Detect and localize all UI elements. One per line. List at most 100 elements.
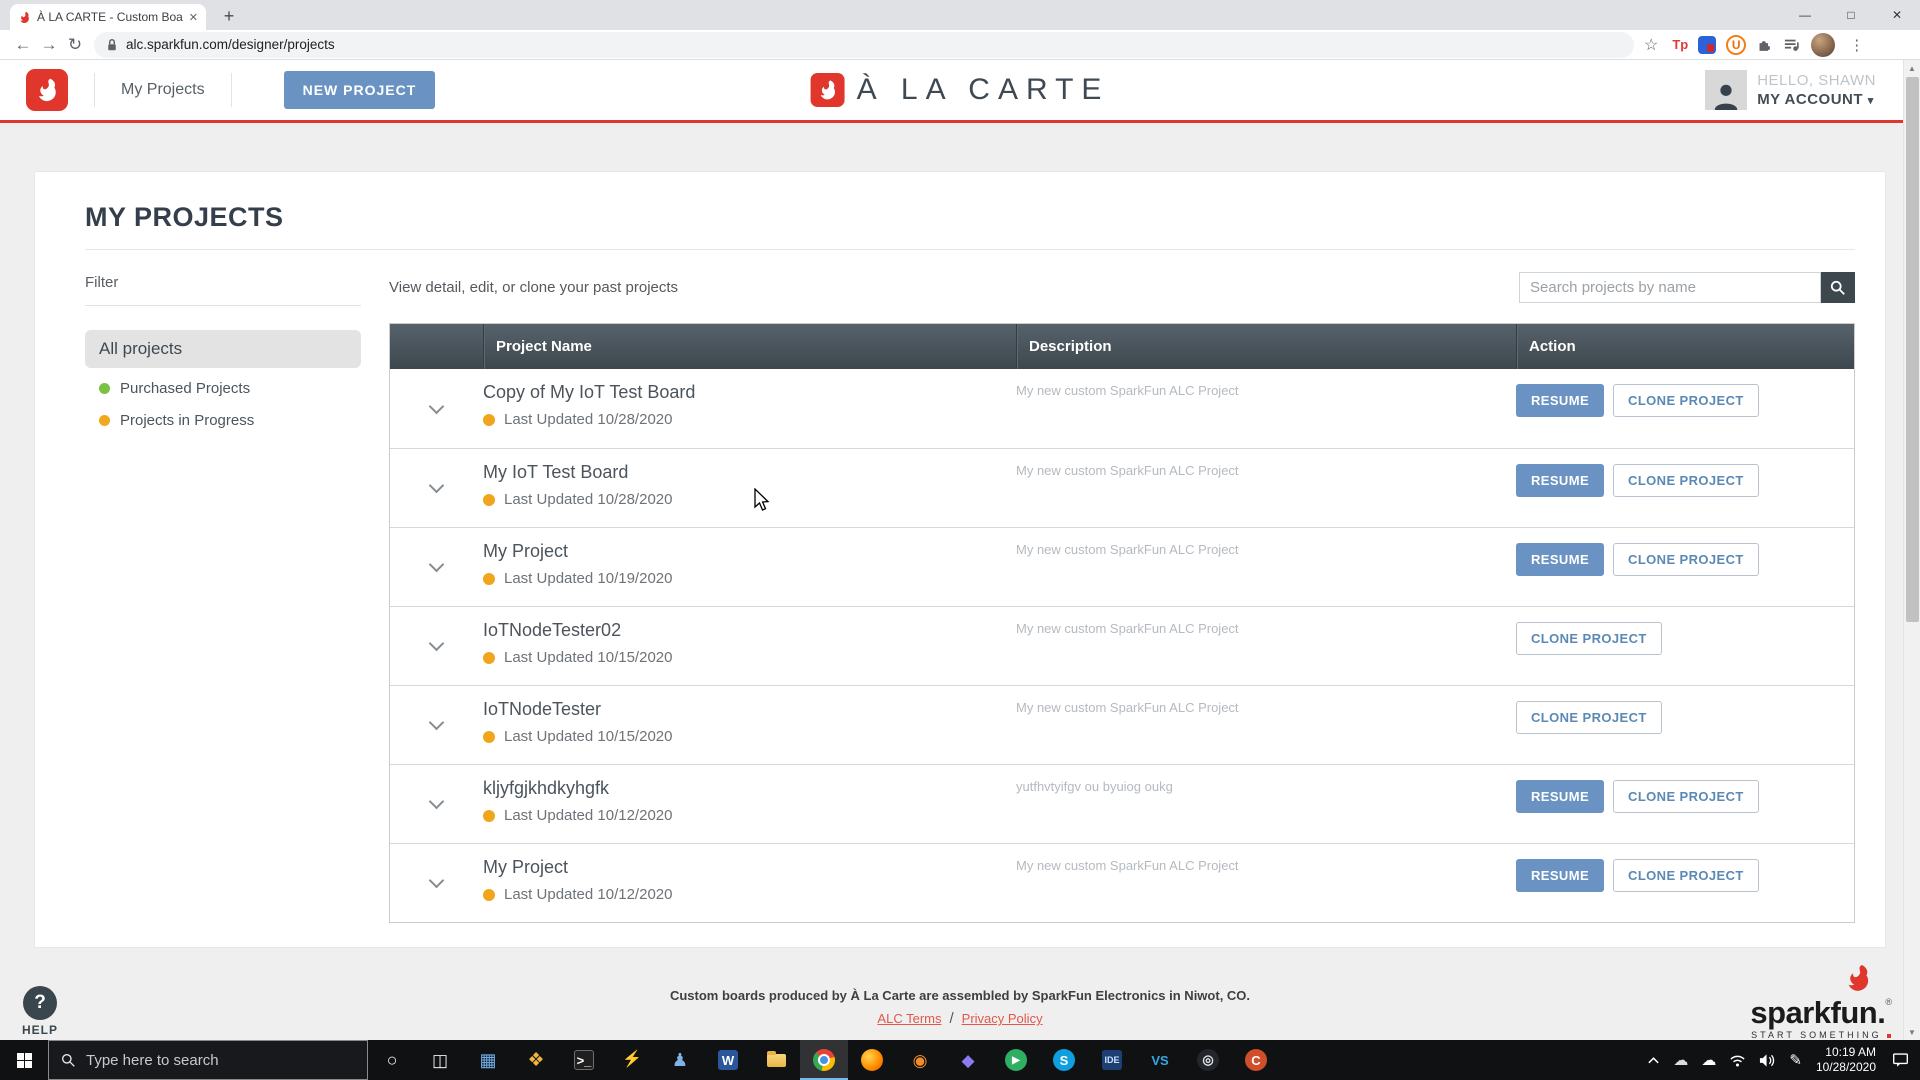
search-icon (1830, 280, 1846, 296)
resume-button[interactable]: RESUME (1516, 384, 1604, 417)
expand-chevron-icon[interactable] (429, 398, 445, 414)
divider (85, 305, 361, 306)
screen-recorder-app-icon[interactable]: ▶ (992, 1040, 1040, 1080)
extensions-puzzle-icon[interactable] (1756, 36, 1773, 53)
weather-cloud-icon[interactable]: ☁ (1701, 1053, 1716, 1068)
taskbar-clock[interactable]: 10:19 AM 10/28/2020 (1816, 1045, 1876, 1075)
resume-button[interactable]: RESUME (1516, 464, 1604, 497)
project-name-link[interactable]: My IoT Test Board (483, 462, 1016, 483)
project-name-link[interactable]: My Project (483, 541, 1016, 562)
file-explorer-icon[interactable] (752, 1040, 800, 1080)
project-description: yutfhvtyifgv ou byuiog oukg (1016, 765, 1516, 843)
cortana-icon[interactable]: ○ (368, 1040, 416, 1080)
calculator-app-icon[interactable]: ▦ (464, 1040, 512, 1080)
hidden-icons-chevron-icon[interactable] (1647, 1056, 1660, 1065)
shield-extension-icon[interactable] (1698, 36, 1716, 54)
vscode-icon[interactable]: VS (1136, 1040, 1184, 1080)
sparkfun-logo-icon[interactable] (26, 69, 68, 111)
clone-project-button[interactable]: CLONE PROJECT (1516, 701, 1662, 734)
window-minimize-button[interactable]: — (1782, 0, 1828, 30)
my-account-label[interactable]: MY ACCOUNT (1757, 91, 1863, 108)
filter-item[interactable]: All projects (85, 330, 361, 368)
media-list-extension-icon[interactable] (1783, 37, 1801, 53)
back-button[interactable]: ← (10, 35, 36, 55)
filter-item[interactable]: Purchased Projects (85, 372, 361, 404)
column-header-action: Action (1516, 324, 1854, 369)
expand-chevron-icon[interactable] (429, 636, 445, 652)
bookmark-star-icon[interactable]: ☆ (1644, 35, 1658, 55)
clone-project-button[interactable]: CLONE PROJECT (1613, 543, 1759, 576)
window-close-button[interactable]: ✕ (1874, 0, 1920, 30)
filter-item-label: Purchased Projects (120, 380, 250, 397)
reload-button[interactable]: ↻ (62, 35, 88, 55)
scrollbar-thumb[interactable] (1906, 77, 1919, 622)
filter-sidebar: Filter All projectsPurchased ProjectsPro… (85, 268, 361, 923)
scroll-down-icon[interactable]: ▼ (1904, 1024, 1920, 1040)
project-name-link[interactable]: My Project (483, 857, 1016, 878)
search-icon (61, 1053, 76, 1068)
clone-project-button[interactable]: CLONE PROJECT (1613, 384, 1759, 417)
obs-app-icon[interactable]: ◎ (1184, 1040, 1232, 1080)
putty-app-icon[interactable]: ⚡ (608, 1040, 656, 1080)
clone-project-button[interactable]: CLONE PROJECT (1613, 859, 1759, 892)
nav-my-projects-link[interactable]: My Projects (121, 81, 205, 99)
designspark-app-icon[interactable]: ❖ (512, 1040, 560, 1080)
project-name-link[interactable]: kljyfgjkhdkyhgfk (483, 778, 1016, 799)
pen-icon[interactable]: ✎ (1789, 1053, 1802, 1068)
onedrive-icon[interactable]: ☁ (1673, 1053, 1688, 1068)
page-scrollbar[interactable]: ▲ ▼ (1903, 60, 1920, 1040)
address-bar[interactable]: alc.sparkfun.com/designer/projects (94, 32, 1634, 58)
window-maximize-button[interactable]: □ (1828, 0, 1874, 30)
ide-app-icon[interactable]: IDE (1088, 1040, 1136, 1080)
command-prompt-icon[interactable]: >_ (560, 1040, 608, 1080)
account-menu[interactable]: HELLO, SHAWN MY ACCOUNT ▾ (1705, 70, 1920, 110)
browser-tab[interactable]: À LA CARTE - Custom Board Crea ✕ (10, 4, 206, 30)
ublock-extension-icon[interactable]: U (1726, 35, 1746, 55)
privacy-policy-link[interactable]: Privacy Policy (962, 1011, 1043, 1026)
project-name-link[interactable]: Copy of My IoT Test Board (483, 382, 1016, 403)
camtasia-app-icon[interactable]: C (1232, 1040, 1280, 1080)
taskbar-search-box[interactable]: Type here to search (48, 1040, 368, 1080)
action-center-button[interactable] (1880, 1040, 1920, 1080)
expand-chevron-icon[interactable] (429, 715, 445, 731)
filter-item[interactable]: Projects in Progress (85, 404, 361, 436)
new-project-button[interactable]: NEW PROJECT (284, 71, 436, 109)
browser-menu-icon[interactable]: ⋮ (1845, 36, 1868, 54)
firefox-icon[interactable] (848, 1040, 896, 1080)
clone-project-button[interactable]: CLONE PROJECT (1613, 464, 1759, 497)
blue-user-app-icon-glyph: ♟ (672, 1051, 688, 1069)
search-input[interactable] (1519, 272, 1821, 303)
expand-chevron-icon[interactable] (429, 873, 445, 889)
media-app-icon[interactable]: ◆ (944, 1040, 992, 1080)
browser-profile-avatar[interactable] (1811, 33, 1835, 57)
new-tab-button[interactable]: + (216, 3, 242, 29)
search-button[interactable] (1821, 272, 1855, 303)
skype-icon[interactable]: S (1040, 1040, 1088, 1080)
task-view-icon[interactable]: ◫ (416, 1040, 464, 1080)
expand-chevron-icon[interactable] (429, 478, 445, 494)
audio-app-icon[interactable]: ◉ (896, 1040, 944, 1080)
clone-project-button[interactable]: CLONE PROJECT (1613, 780, 1759, 813)
wifi-icon[interactable] (1729, 1053, 1746, 1068)
start-button[interactable] (0, 1040, 48, 1080)
volume-icon[interactable] (1759, 1053, 1776, 1068)
scroll-up-icon[interactable]: ▲ (1904, 60, 1920, 76)
chrome-icon[interactable] (800, 1040, 848, 1080)
resume-button[interactable]: RESUME (1516, 543, 1604, 576)
blue-user-app-icon[interactable]: ♟ (656, 1040, 704, 1080)
alc-terms-link[interactable]: ALC Terms (877, 1011, 941, 1026)
alc-brand[interactable]: À LA CARTE (811, 73, 1110, 107)
word-app-icon[interactable]: W (704, 1040, 752, 1080)
column-header-description: Description (1016, 324, 1516, 369)
resume-button[interactable]: RESUME (1516, 780, 1604, 813)
clone-project-button[interactable]: CLONE PROJECT (1516, 622, 1662, 655)
expand-chevron-icon[interactable] (429, 794, 445, 810)
forward-button[interactable]: → (36, 35, 62, 55)
my-projects-card: MY PROJECTS Filter All projectsPurchased… (34, 171, 1886, 948)
resume-button[interactable]: RESUME (1516, 859, 1604, 892)
tab-close-icon[interactable]: ✕ (189, 11, 198, 24)
project-name-link[interactable]: IoTNodeTester (483, 699, 1016, 720)
project-name-link[interactable]: IoTNodeTester02 (483, 620, 1016, 641)
expand-chevron-icon[interactable] (429, 557, 445, 573)
toppage-extension-icon[interactable]: Tp (1672, 37, 1688, 52)
